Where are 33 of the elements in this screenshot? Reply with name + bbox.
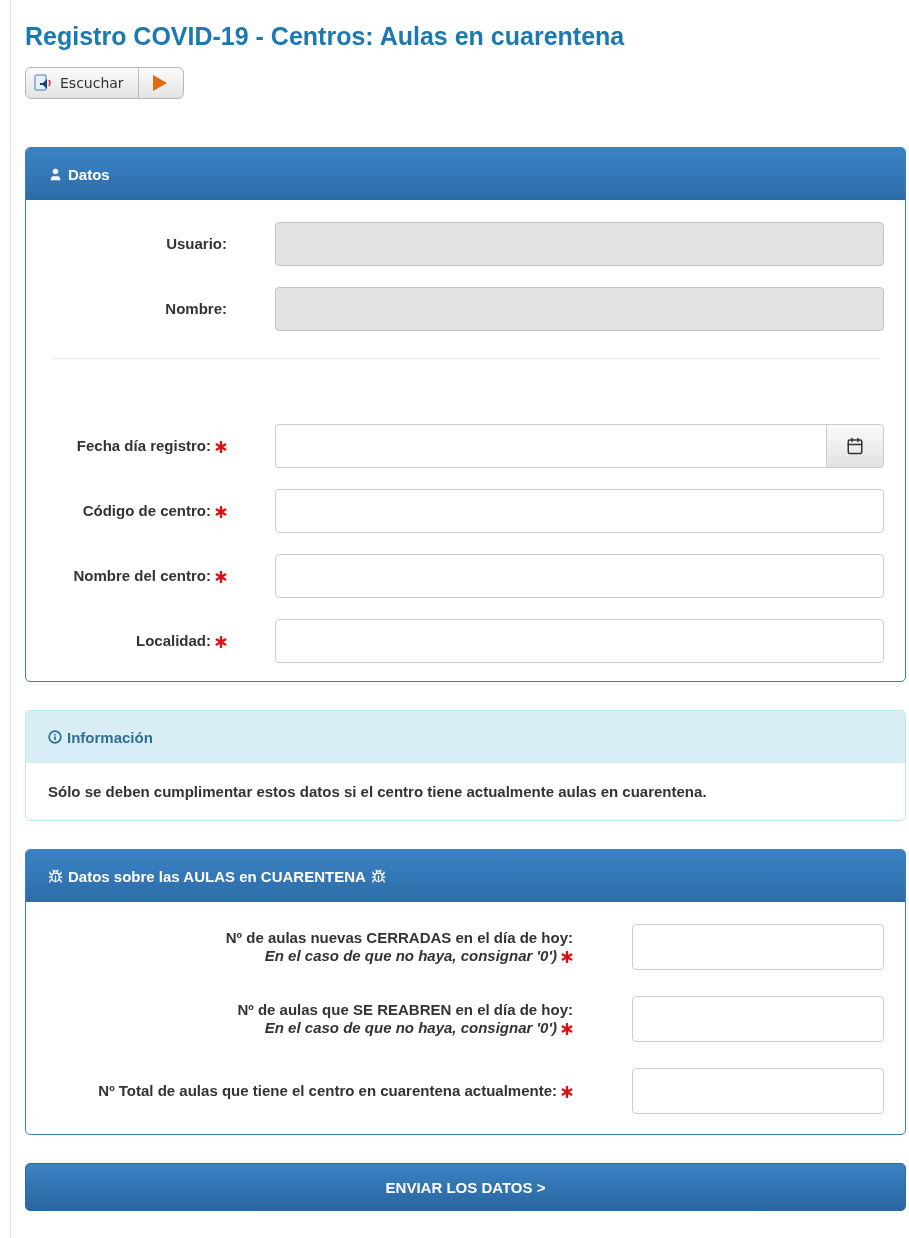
page-title: Registro COVID-19 - Centros: Aulas en cuarentena (25, 22, 626, 51)
panel-title: Datos sobre las AULAS en CUARENTENA (68, 867, 366, 885)
field-hint: En el caso de que no haya, consignar '0') (63, 947, 573, 965)
field-label: Nº de aulas nuevas CERRADAS en el día de hoy: (225, 929, 573, 946)
input-field[interactable] (275, 489, 884, 533)
field-label: Nombre del centro: (73, 567, 211, 584)
bug-icon (370, 868, 386, 884)
submit-button[interactable]: ENVIAR LOS DATOS > (25, 1163, 906, 1211)
date-field[interactable] (275, 424, 826, 468)
info-message: Sólo se deben cumplimentar estos datos si el centro tiene actualmente aulas en cuarentena. (47, 782, 708, 802)
field-hint: En el caso de que no haya, consignar '0') (63, 1019, 573, 1037)
panel-title: Información (67, 728, 153, 746)
field-label: Nombre: (165, 300, 227, 317)
info-icon (48, 730, 62, 744)
input-field[interactable] (275, 554, 884, 598)
speaker-document-icon (34, 74, 54, 92)
field-label: Localidad: (136, 632, 211, 649)
panel-title: Datos (68, 165, 110, 183)
field-label: Fecha día registro: (76, 437, 211, 454)
bug-icon (48, 868, 63, 884)
calendar-icon (846, 437, 864, 455)
field-label: Código de centro: (82, 502, 211, 519)
field-label: Nº Total de aulas que tiene el centro en cuarentena actualmente: (98, 1082, 557, 1099)
input-field[interactable] (632, 924, 884, 970)
listen-button[interactable]: Escuchar (25, 67, 184, 99)
input-field[interactable] (632, 1068, 884, 1114)
field-label: Usuario: (166, 235, 227, 252)
field-label: Nº de aulas que SE REABREN en el día de hoy: (237, 1001, 573, 1018)
user-icon (48, 166, 63, 182)
calendar-button[interactable] (826, 424, 884, 468)
input-field[interactable] (632, 996, 884, 1042)
play-icon (152, 75, 167, 91)
input-field[interactable] (275, 619, 884, 663)
